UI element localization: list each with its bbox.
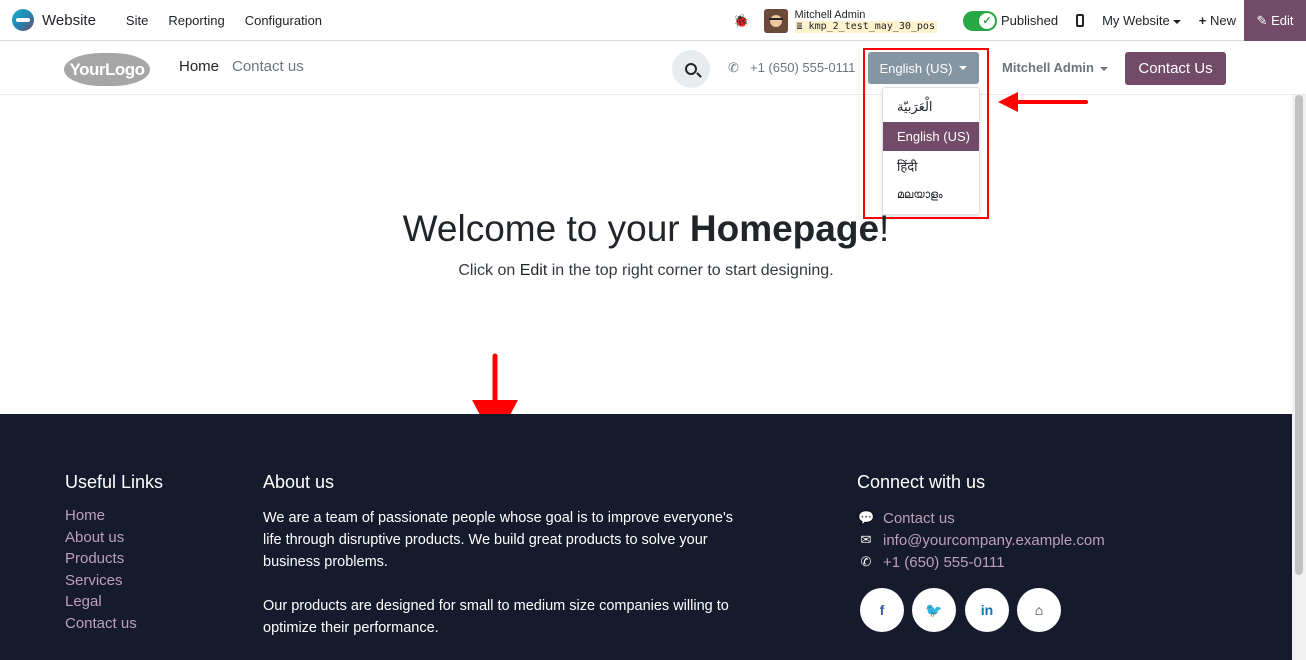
nav-home[interactable]: Home	[179, 58, 219, 75]
twitter-icon[interactable]: 🐦	[912, 588, 956, 632]
facebook-icon[interactable]: f	[860, 588, 904, 632]
app-brand[interactable]: Website	[12, 9, 96, 31]
admin-topbar: Website Site Reporting Configuration 🐞 M…	[0, 0, 1306, 41]
published-label: Published	[1000, 13, 1059, 28]
language-option-english[interactable]: English (US)	[883, 122, 979, 151]
my-website-dropdown[interactable]: My Website	[1102, 13, 1181, 28]
connect-list: 💬 Contact us ✉ info@yourcompany.example.co…	[858, 507, 1105, 573]
about-us-text: We are a team of passionate people whose…	[263, 507, 743, 639]
scrollbar-thumb[interactable]	[1295, 95, 1303, 575]
arrow-left-icon	[998, 92, 1088, 112]
phone-icon: ✆	[860, 554, 872, 569]
site-footer: Useful Links Home About us Products Serv…	[0, 414, 1292, 660]
about-us-title: About us	[263, 472, 335, 492]
debug-bug-icon[interactable]: 🐞	[733, 13, 749, 29]
database-name: ≣ kmp_2_test_may_30_pos	[794, 20, 937, 33]
linkedin-icon[interactable]: in	[965, 588, 1009, 632]
connect-email: info@yourcompany.example.com	[883, 531, 1105, 549]
chevron-down-icon	[1172, 19, 1181, 24]
search-button[interactable]	[672, 50, 710, 88]
my-website-label: My Website	[1102, 13, 1170, 28]
language-selector-label: English (US)	[879, 60, 953, 76]
hero-title-prefix: Welcome to your	[402, 208, 690, 249]
published-toggle[interactable]	[962, 10, 997, 31]
language-option-arabic[interactable]: الْعَرَبيّة	[883, 93, 979, 122]
language-selector-button[interactable]: English (US)	[868, 52, 979, 84]
user-avatar[interactable]	[763, 8, 788, 33]
footer-link-legal[interactable]: Legal	[65, 593, 137, 615]
language-option-hindi[interactable]: हिंदी	[883, 151, 979, 180]
connect-contact: Contact us	[883, 509, 955, 527]
connect-email-row[interactable]: ✉ info@yourcompany.example.com	[858, 529, 1105, 551]
footer-link-products[interactable]: Products	[65, 550, 137, 572]
edit-label: Edit	[1271, 13, 1294, 28]
phone-icon: ✆	[728, 60, 739, 75]
hero-subtitle: Click on Edit in the top right corner to…	[0, 262, 1292, 280]
top-menu: Site Reporting Configuration	[116, 13, 332, 28]
contact-us-button[interactable]: Contact Us	[1125, 52, 1226, 85]
new-label: New	[1209, 13, 1236, 28]
menu-configuration[interactable]: Configuration	[245, 13, 322, 28]
chevron-down-icon	[1099, 66, 1108, 71]
useful-links-list: Home About us Products Services Legal Co…	[65, 507, 137, 637]
connect-phone: +1 (650) 555-0111	[883, 553, 1005, 571]
site-logo[interactable]: YourLogo	[64, 53, 150, 86]
home-icon[interactable]: ⌂	[1017, 588, 1061, 632]
connect-phone-row[interactable]: ✆ +1 (650) 555-0111	[858, 551, 1105, 573]
hero-subtitle-suffix: in the top right corner to start designi…	[547, 262, 834, 279]
hero-title: Welcome to your Homepage!	[0, 208, 1292, 250]
envelope-icon: ✉	[860, 532, 872, 547]
connect-contact-row[interactable]: 💬 Contact us	[858, 507, 1105, 529]
about-paragraph-2: Our products are designed for small to m…	[263, 598, 729, 636]
language-dropdown-menu: الْعَرَبيّة English (US) हिंदी മലയാളം	[882, 87, 980, 215]
website-app-icon	[12, 9, 34, 31]
plus-icon: +	[1198, 13, 1207, 28]
menu-site[interactable]: Site	[126, 13, 148, 28]
mobile-preview-icon[interactable]	[1076, 14, 1085, 27]
nav-user-name: Mitchell Admin	[1002, 60, 1094, 75]
chevron-down-icon	[959, 66, 968, 70]
user-name: Mitchell Admin	[794, 8, 866, 21]
footer-link-home[interactable]: Home	[65, 507, 137, 529]
nav-user-menu[interactable]: Mitchell Admin	[1002, 60, 1108, 75]
database-name-text: kmp_2_test_may_30_pos	[808, 20, 935, 32]
app-name: Website	[42, 11, 96, 29]
user-switch[interactable]: Mitchell Admin ≣ kmp_2_test_may_30_pos	[794, 8, 937, 33]
topbar-right: 🐞 Mitchell Admin ≣ kmp_2_test_may_30_pos…	[733, 0, 1306, 41]
about-paragraph-1: We are a team of passionate people whose…	[263, 510, 733, 570]
edit-button[interactable]: ✎ Edit	[1244, 0, 1306, 41]
footer-link-contact[interactable]: Contact us	[65, 615, 137, 637]
search-icon	[685, 63, 697, 75]
hero-title-suffix: !	[879, 208, 890, 249]
new-button[interactable]: + New	[1199, 13, 1236, 28]
comment-icon: 💬	[858, 510, 875, 525]
hero-subtitle-prefix: Click on	[458, 262, 520, 279]
language-option-malayalam[interactable]: മലയാളം	[883, 180, 979, 209]
useful-links-title: Useful Links	[65, 472, 164, 492]
menu-reporting[interactable]: Reporting	[168, 13, 224, 28]
footer-link-about[interactable]: About us	[65, 529, 137, 551]
nav-contact-us[interactable]: Contact us	[232, 58, 304, 75]
connect-title: Connect with us	[857, 472, 986, 492]
pencil-icon: ✎	[1256, 12, 1268, 28]
footer-link-services[interactable]: Services	[65, 572, 137, 594]
website-navbar: YourLogo Home Contact us ✆ +1 (650) 555-…	[0, 41, 1306, 95]
hero-subtitle-bold: Edit	[519, 262, 548, 279]
hero-title-bold: Homepage	[689, 208, 880, 249]
nav-phone[interactable]: +1 (650) 555-0111	[750, 60, 855, 75]
page-scrollbar[interactable]	[1292, 95, 1306, 660]
site-logo-text: YourLogo	[69, 59, 146, 79]
